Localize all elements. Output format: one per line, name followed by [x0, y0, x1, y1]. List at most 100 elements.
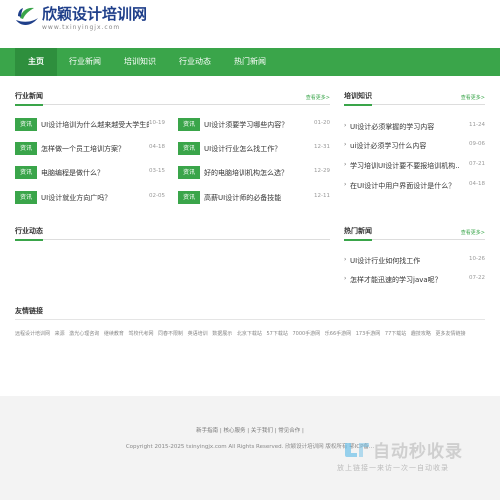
panel-title: 热门新闻 [344, 226, 372, 241]
panel-header: 培训知识 查看更多> [344, 91, 485, 106]
nav-item-industry-news[interactable]: 行业新闻 [60, 48, 110, 76]
news-title[interactable]: UI设计培训为什么越来越受大学生的... [41, 120, 149, 130]
bullet-icon: › [344, 275, 347, 282]
news-title[interactable]: 好的电脑培训机构怎么选？ [204, 168, 312, 178]
friend-link[interactable]: 57下载站 [266, 331, 287, 337]
bullet-icon: › [344, 256, 347, 263]
more-link[interactable]: 查看更多> [461, 229, 485, 236]
bullet-icon: › [344, 122, 347, 129]
more-link[interactable]: 查看更多> [306, 94, 330, 101]
hot-news-panel: 热门新闻 查看更多> › UI设计行业如何找工作 10-26 › 怎样才能迅速的… [344, 226, 485, 296]
list-item-title[interactable]: 怎样才能迅速的学习java呢？ [350, 275, 460, 285]
friend-link[interactable]: 77下载站 [385, 331, 406, 337]
list-item[interactable]: › 学习培训UI设计要不要报培训机构... 07-21 [344, 160, 485, 172]
list-item-title[interactable]: 学习培训UI设计要不要报培训机构... [350, 161, 460, 171]
list-item[interactable]: › 怎样才能迅速的学习java呢？ 07-22 [344, 274, 485, 286]
nav-item-hot-news[interactable]: 热门新闻 [225, 48, 275, 76]
news-title[interactable]: 电脑编程是做什么？ [41, 168, 149, 178]
training-panel: 培训知识 查看更多> › UI设计必须掌握的学习内容 11-24 › ui设计必… [344, 91, 485, 201]
panel-header: 友情链接 [15, 306, 485, 320]
friend-link[interactable]: 驾校代考网 [128, 331, 153, 337]
news-item[interactable]: 资讯 UI设计培训为什么越来越受大学生的... 10-19 [15, 118, 165, 132]
bullet-icon: › [344, 141, 347, 148]
watermark-title: 自动秒收录 [373, 442, 463, 462]
news-title[interactable]: 怎样做一个员工培训方案？ [41, 144, 149, 154]
friend-link[interactable]: 继续教育 [104, 331, 124, 337]
friend-link[interactable]: 趣技攻略 [411, 331, 431, 337]
list-item[interactable]: › UI设计必须掌握的学习内容 11-24 [344, 121, 485, 133]
friend-link[interactable]: 北京下载站 [237, 331, 262, 337]
site-logo[interactable]: 欣颖设计培训网 www.txinyingjx.com [14, 6, 147, 31]
news-item[interactable]: 资讯 UI设计行业怎么找工作？ 12-31 [178, 142, 330, 156]
panel-header: 热门新闻 查看更多> [344, 226, 485, 241]
logo-title: 欣颖设计培训网 [42, 5, 148, 23]
nav-item-industry-trends[interactable]: 行业动态 [170, 48, 220, 76]
news-date: 12-29 [314, 168, 330, 174]
friend-links-list: 远程设计培训网 来源 激光心理咨询 继续教育 驾校代考网 同春不限制 英语培训 … [15, 330, 485, 337]
friend-link[interactable]: 更多友情链接 [435, 331, 465, 337]
friend-link[interactable]: 乐66手游网 [325, 331, 351, 337]
panel-title: 培训知识 [344, 91, 372, 106]
list-item-date: 09-06 [469, 141, 485, 147]
list-item-title[interactable]: ui设计必须学习什么内容 [350, 141, 460, 151]
friend-link[interactable]: 激光心理咨询 [69, 331, 99, 337]
friend-link[interactable]: 远程设计培训网 [15, 331, 50, 337]
panel-title: 友情链接 [15, 307, 43, 315]
news-date: 02-05 [149, 193, 165, 199]
news-item[interactable]: 资讯 UI设计须要学习哪些内容？ 01-20 [178, 118, 330, 132]
more-link[interactable]: 查看更多> [461, 94, 485, 101]
bullet-icon: › [344, 181, 347, 188]
list-item[interactable]: › UI设计行业如何找工作 10-26 [344, 255, 485, 267]
watermark-subtitle: 放上链接一来访一次一自动收录 [337, 464, 449, 472]
news-date: 01-20 [314, 120, 330, 126]
friend-link[interactable]: 7000手游网 [292, 331, 320, 337]
friend-links-panel: 友情链接 [15, 306, 485, 322]
bird-logo-icon [16, 7, 38, 25]
panel-header: 行业新闻 查看更多> [15, 91, 330, 106]
news-title[interactable]: UI设计就业方向广吗？ [41, 193, 149, 203]
panel-title: 行业动态 [15, 226, 43, 241]
list-item-date: 07-22 [469, 275, 485, 281]
news-title[interactable]: UI设计行业怎么找工作？ [204, 144, 312, 154]
news-badge: 资讯 [178, 118, 200, 131]
panel-header: 行业动态 [15, 226, 330, 241]
friend-link[interactable]: 173手游网 [356, 331, 381, 337]
friend-link[interactable]: 数据展示 [212, 331, 232, 337]
panel-title: 行业新闻 [15, 91, 43, 106]
news-item[interactable]: 资讯 好的电脑培训机构怎么选？ 12-29 [178, 166, 330, 180]
news-date: 04-18 [149, 144, 165, 150]
logo-url: www.txinyingjx.com [42, 24, 121, 31]
friend-link[interactable]: 来源 [55, 331, 65, 337]
bullet-icon: › [344, 161, 347, 168]
friend-link[interactable]: 同春不限制 [158, 331, 183, 337]
list-item[interactable]: › 在UI设计中用户界面设计是什么？ 04-18 [344, 180, 485, 192]
list-item-title[interactable]: UI设计行业如何找工作 [350, 256, 460, 266]
news-item[interactable]: 资讯 UI设计就业方向广吗？ 02-05 [15, 191, 165, 205]
list-item[interactable]: › ui设计必须学习什么内容 09-06 [344, 140, 485, 152]
news-badge: 资讯 [178, 191, 200, 204]
news-item[interactable]: 资讯 高薪UI设计师的必备技能 12-11 [178, 191, 330, 205]
news-badge: 资讯 [15, 191, 37, 204]
industry-trends-panel: 行业动态 [15, 226, 330, 286]
news-badge: 资讯 [15, 142, 37, 155]
nav-item-home[interactable]: 主页 [15, 48, 57, 76]
friend-link[interactable]: 英语培训 [188, 331, 208, 337]
list-item-title[interactable]: UI设计必须掌握的学习内容 [350, 122, 460, 132]
nav-item-training[interactable]: 培训知识 [115, 48, 165, 76]
news-date: 10-19 [149, 120, 165, 126]
footer-links[interactable]: 新手指南 | 核心服务 | 关于我们 | 常见合作 | [0, 426, 500, 434]
news-title[interactable]: 高薪UI设计师的必备技能 [204, 193, 312, 203]
news-item[interactable]: 资讯 怎样做一个员工培训方案？ 04-18 [15, 142, 165, 156]
news-item[interactable]: 资讯 电脑编程是做什么？ 03-15 [15, 166, 165, 180]
news-badge: 资讯 [178, 166, 200, 179]
main-nav: 主页 行业新闻 培训知识 行业动态 热门新闻 [0, 48, 500, 76]
list-item-title[interactable]: 在UI设计中用户界面设计是什么？ [350, 181, 460, 191]
watermark-logo-icon [345, 443, 369, 457]
news-date: 12-31 [314, 144, 330, 150]
news-title[interactable]: UI设计须要学习哪些内容？ [204, 120, 312, 130]
news-badge: 资讯 [15, 118, 37, 131]
news-date: 12-11 [314, 193, 330, 199]
header: 欣颖设计培训网 www.txinyingjx.com [0, 0, 500, 48]
news-date: 03-15 [149, 168, 165, 174]
news-badge: 资讯 [15, 166, 37, 179]
